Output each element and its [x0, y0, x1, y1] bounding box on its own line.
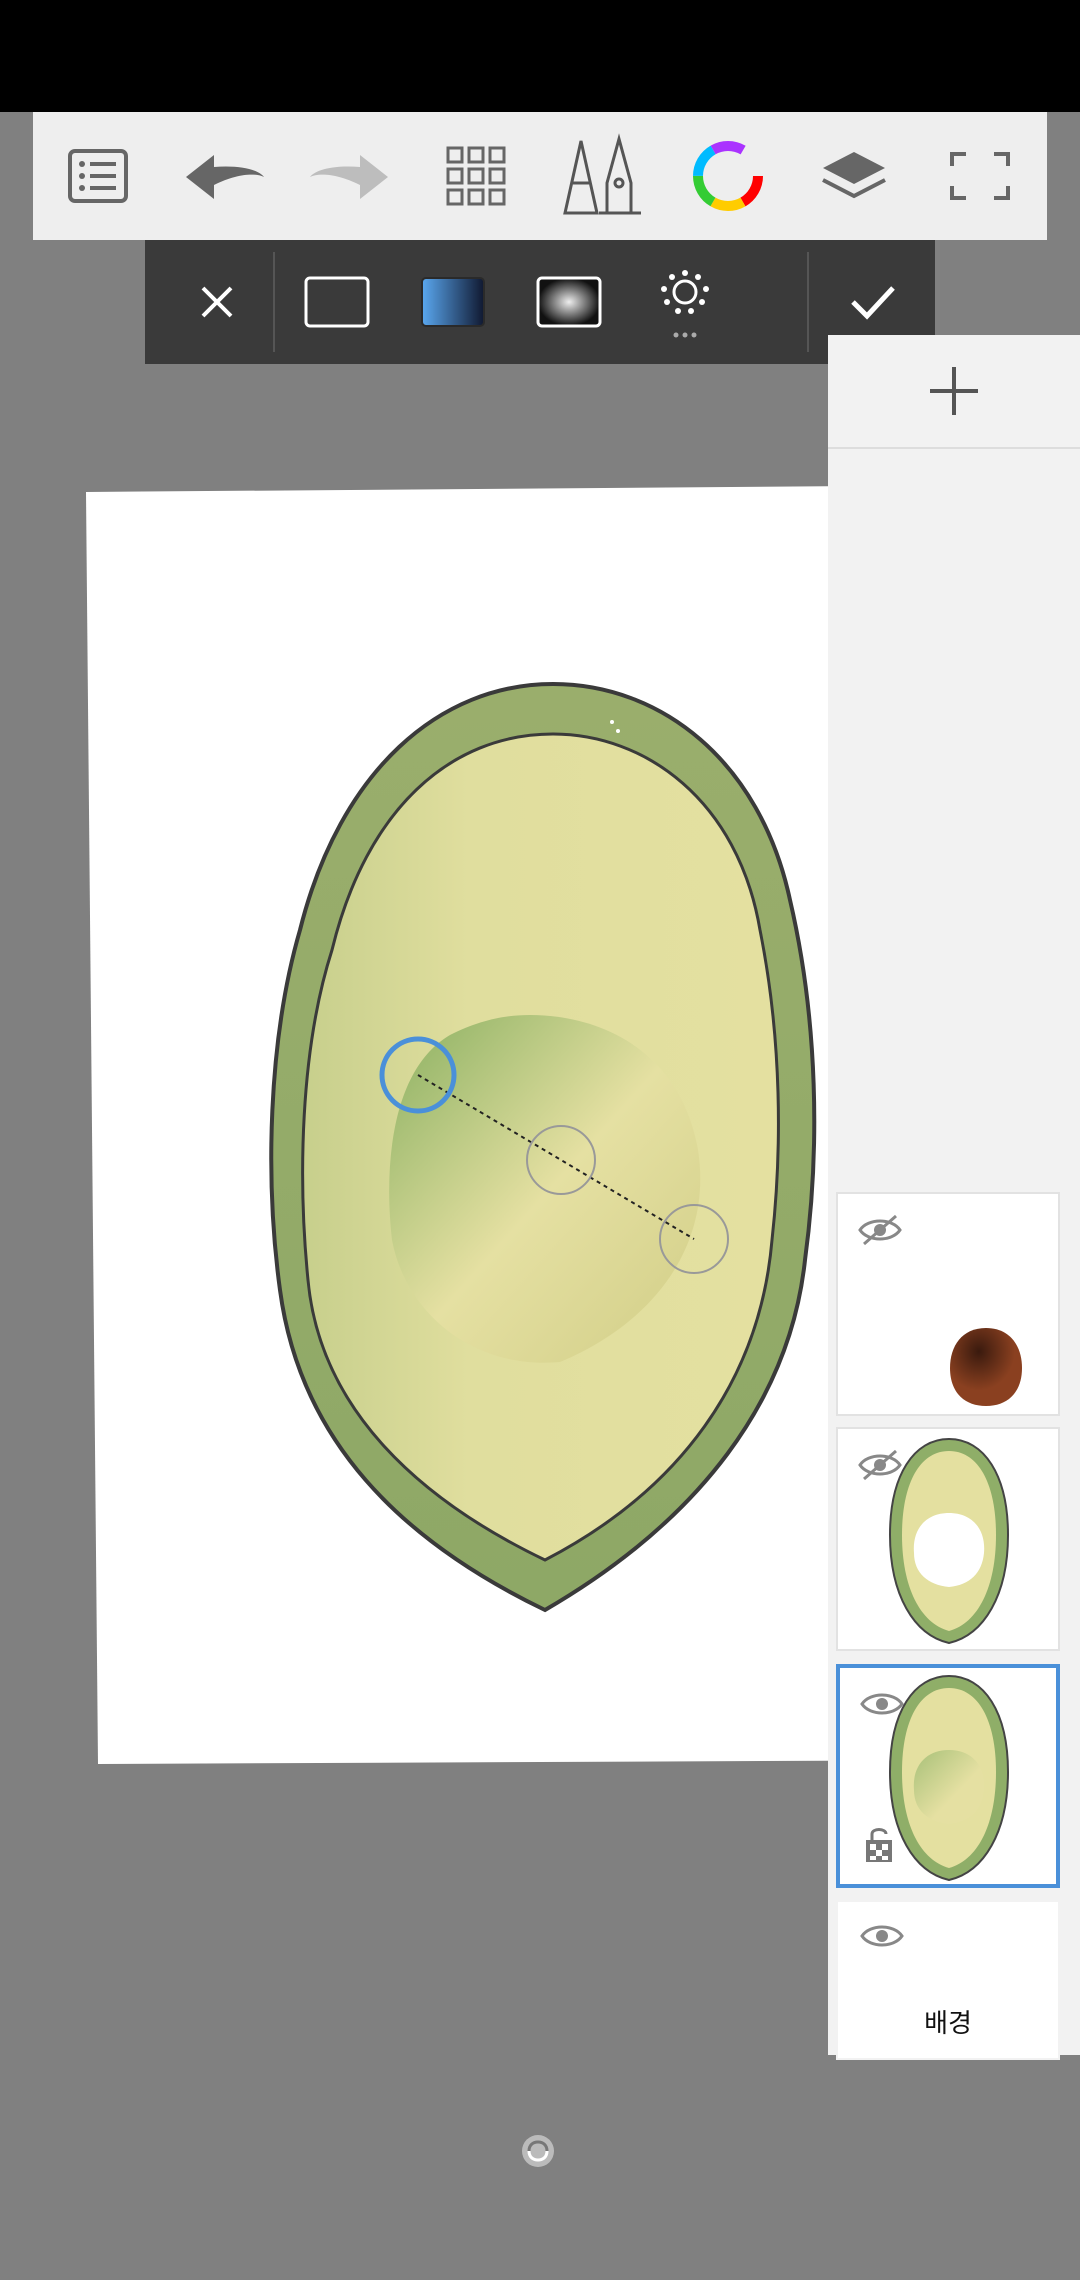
layer-item[interactable] — [836, 1192, 1060, 1416]
eye-icon[interactable] — [860, 1918, 904, 1954]
layer-thumbnail — [888, 1674, 1010, 1882]
layer-thumbnail — [950, 1328, 1022, 1406]
plus-icon — [930, 367, 978, 415]
eye-hidden-icon[interactable] — [858, 1212, 902, 1248]
layer-name: 배경 — [924, 2009, 972, 2039]
add-layer-button[interactable] — [828, 335, 1080, 449]
layer-item-background[interactable]: 배경 — [836, 1900, 1060, 2060]
alpha-lock-icon[interactable] — [864, 1826, 894, 1864]
rotate-reset-icon[interactable] — [521, 2134, 555, 2168]
layer-thumbnail — [888, 1437, 1010, 1645]
layers-panel: 배경 — [828, 335, 1080, 2060]
layer-item[interactable] — [836, 1427, 1060, 1651]
layer-item-selected[interactable] — [836, 1664, 1060, 1888]
